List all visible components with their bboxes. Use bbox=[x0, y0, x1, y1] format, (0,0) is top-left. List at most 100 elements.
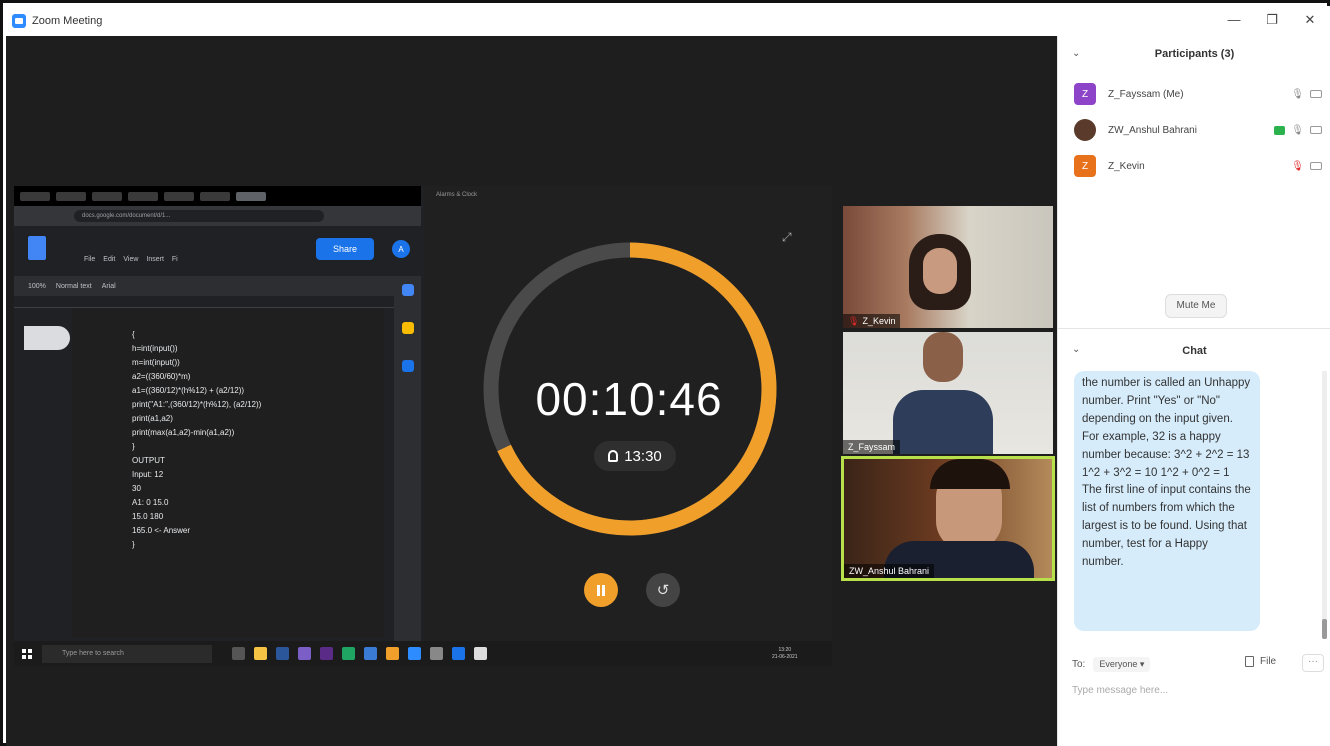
browser-tab-strip bbox=[14, 186, 421, 206]
browser-tab bbox=[56, 191, 86, 201]
code-line: { bbox=[132, 330, 135, 339]
file-label: File bbox=[1260, 656, 1277, 667]
mic-icon: 🎙 bbox=[1291, 124, 1304, 136]
participant-face bbox=[923, 248, 957, 294]
panel-divider bbox=[1058, 328, 1330, 329]
participants-header: Participants (3) bbox=[1154, 48, 1235, 60]
pause-button bbox=[584, 573, 618, 607]
video-name: ZW_Anshul Bahrani bbox=[849, 566, 930, 576]
zoom-window: Zoom Meeting — ❐ ✕ docs.google.com/docum… bbox=[0, 0, 1330, 746]
meeting-stage: docs.google.com/document/d/1... File Edi… bbox=[6, 36, 1057, 746]
docs-menu-item: Fi bbox=[171, 256, 178, 263]
code-line: 15.0 180 bbox=[132, 512, 164, 521]
video-tile-active-speaker[interactable]: ZW_Anshul Bahrani bbox=[841, 456, 1055, 581]
restore-button[interactable]: ❐ bbox=[1262, 12, 1282, 28]
style-select: Normal text bbox=[55, 282, 92, 290]
browser-address-bar: docs.google.com/document/d/1... bbox=[14, 206, 421, 226]
docs-avatar: A bbox=[392, 240, 410, 258]
taskbar-search: Type here to search bbox=[42, 644, 212, 663]
google-docs-icon bbox=[28, 236, 46, 260]
browser-tab bbox=[164, 191, 194, 201]
windows-taskbar: Type here to search 13:20 21-06-2021 bbox=[14, 641, 832, 666]
font-select: Arial bbox=[101, 282, 116, 290]
taskbar-apps bbox=[232, 647, 487, 660]
to-label: To: bbox=[1072, 659, 1086, 670]
zoom-logo-icon bbox=[12, 14, 26, 28]
docs-share-button: Share bbox=[316, 238, 374, 260]
more-options-button[interactable]: ··· bbox=[1302, 654, 1324, 672]
chat-message: the number is called an Unhappy number. … bbox=[1074, 371, 1260, 631]
side-panel: ⌄ Participants (3) Z Z_Fayssam (Me) 🎙 ZW… bbox=[1057, 36, 1330, 746]
zoom-icon bbox=[408, 647, 421, 660]
camera-off-icon bbox=[1310, 90, 1322, 98]
keep-icon bbox=[402, 322, 414, 334]
code-line: a1=((360/12)*(h%12) + (a2/12)) bbox=[132, 386, 245, 395]
video-tile[interactable]: 🎙 Z_Kevin bbox=[843, 206, 1053, 328]
docs-menu-bar: File Edit View Insert Fi bbox=[84, 256, 178, 263]
participant-row[interactable]: Z Z_Fayssam (Me) 🎙 bbox=[1074, 82, 1322, 106]
docs-menu-item: File bbox=[84, 256, 96, 263]
notepad-icon bbox=[474, 647, 487, 660]
taskbar-time: 13:20 bbox=[778, 647, 792, 653]
app-icon bbox=[276, 647, 289, 660]
camera-off-icon bbox=[1310, 162, 1322, 170]
mic-icon: 🎙 bbox=[1291, 88, 1304, 100]
clock-app-title: Alarms & Clock bbox=[436, 192, 478, 198]
avatar: Z bbox=[1074, 83, 1096, 105]
close-button[interactable]: ✕ bbox=[1300, 12, 1320, 28]
chat-message-input[interactable] bbox=[1072, 682, 1312, 698]
code-line: print(max(a1,a2)-min(a1,a2)) bbox=[132, 428, 235, 437]
shared-screen: docs.google.com/document/d/1... File Edi… bbox=[14, 186, 832, 666]
file-icon bbox=[1245, 656, 1254, 667]
camera-icon bbox=[430, 647, 443, 660]
video-tile[interactable]: Z_Fayssam bbox=[843, 332, 1053, 454]
camera-off-icon bbox=[1310, 126, 1322, 134]
chrome-icon bbox=[342, 647, 355, 660]
chat-scrollbar[interactable] bbox=[1322, 371, 1327, 639]
code-line: h=int(input()) bbox=[132, 344, 178, 353]
share-label: Share bbox=[332, 244, 358, 254]
video-name-label: ZW_Anshul Bahrani bbox=[844, 564, 935, 578]
participant-status: 🎙 bbox=[1291, 89, 1322, 100]
minimize-button[interactable]: — bbox=[1224, 12, 1244, 27]
window-title: Zoom Meeting bbox=[32, 15, 103, 27]
docs-toolbar: 100% Normal text Arial bbox=[14, 276, 394, 296]
avatar bbox=[1074, 119, 1096, 141]
browser-tab bbox=[200, 191, 230, 201]
file-explorer-icon bbox=[254, 647, 267, 660]
bell-icon bbox=[608, 450, 619, 462]
participant-name: Z_Fayssam (Me) bbox=[1108, 88, 1184, 100]
avatar: Z bbox=[1074, 155, 1096, 177]
code-line: a2=((360/60)*m) bbox=[132, 372, 191, 381]
browser-tab bbox=[92, 191, 122, 201]
participant-row[interactable]: ZW_Anshul Bahrani 🎙 bbox=[1074, 118, 1322, 142]
app-icon bbox=[386, 647, 399, 660]
chat-header: Chat bbox=[1182, 345, 1207, 357]
windows-start-icon bbox=[22, 648, 32, 659]
docs-menu-item: View bbox=[123, 256, 139, 263]
screen-share-icon bbox=[1274, 125, 1286, 135]
video-name: Z_Kevin bbox=[862, 316, 896, 326]
participant-face bbox=[923, 332, 963, 382]
calendar-icon bbox=[402, 284, 414, 296]
alarm-time-pill: 13:30 bbox=[594, 441, 676, 471]
docs-menu-item: Edit bbox=[103, 256, 116, 263]
app-icon bbox=[298, 647, 311, 660]
file-button[interactable]: File bbox=[1245, 656, 1276, 667]
doc-page bbox=[72, 308, 384, 638]
outline-toggle-icon bbox=[24, 326, 70, 350]
docs-menu-item: Insert bbox=[146, 256, 164, 263]
muted-mic-icon: 🎙 bbox=[848, 316, 860, 326]
timer-display: 00:10:46 bbox=[535, 373, 723, 425]
video-name-label: Z_Fayssam bbox=[843, 440, 901, 454]
video-name-label: 🎙 Z_Kevin bbox=[843, 314, 901, 328]
title-bar: Zoom Meeting — ❐ ✕ bbox=[6, 6, 1330, 36]
participant-hair bbox=[930, 459, 1010, 489]
tasks-icon bbox=[402, 360, 414, 372]
mute-me-button[interactable]: Mute Me bbox=[1165, 294, 1227, 318]
participant-name: ZW_Anshul Bahrani bbox=[1108, 124, 1197, 136]
participant-row[interactable]: Z Z_Kevin 🎙 bbox=[1074, 154, 1322, 178]
participant-status: 🎙 bbox=[1291, 161, 1322, 172]
expand-icon: ⤢ bbox=[782, 230, 792, 244]
recipient-select[interactable]: Everyone ▾ bbox=[1093, 657, 1151, 672]
